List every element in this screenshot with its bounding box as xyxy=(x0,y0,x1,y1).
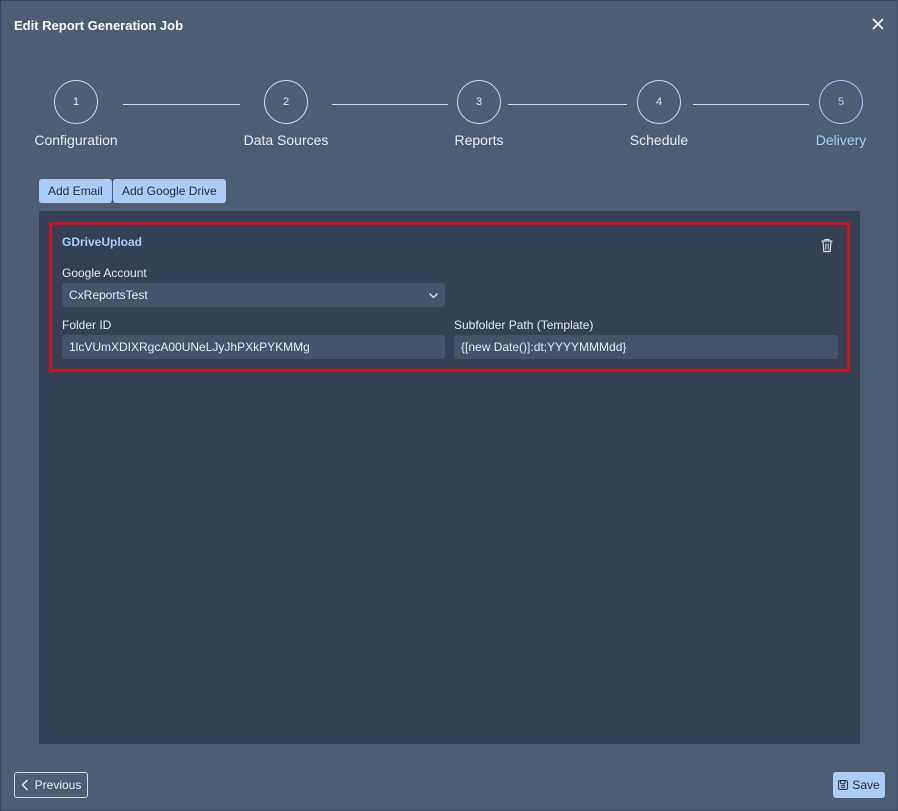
step-connector xyxy=(123,104,240,105)
step-2-label[interactable]: Data Sources xyxy=(216,132,356,148)
save-button[interactable]: Save xyxy=(833,772,885,798)
google-account-select[interactable]: CxReportsTest xyxy=(62,283,445,307)
step-2-circle[interactable]: 2 xyxy=(264,80,308,124)
google-account-label: Google Account xyxy=(62,266,147,280)
google-account-value: CxReportsTest xyxy=(69,288,148,302)
dialog: Edit Report Generation Job 1 Configurati… xyxy=(0,0,898,811)
chevron-left-icon xyxy=(21,779,28,791)
step-connector xyxy=(508,104,627,105)
step-connector xyxy=(693,104,809,105)
add-email-button[interactable]: Add Email xyxy=(39,179,112,203)
step-5-label[interactable]: Delivery xyxy=(771,132,898,148)
save-label: Save xyxy=(852,778,880,792)
delivery-card-title: GDriveUpload xyxy=(62,235,143,249)
step-1-label[interactable]: Configuration xyxy=(6,132,146,148)
step-3-circle[interactable]: 3 xyxy=(457,80,501,124)
chevron-down-icon xyxy=(429,293,438,299)
dialog-title: Edit Report Generation Job xyxy=(14,18,184,33)
step-3-label[interactable]: Reports xyxy=(409,132,549,148)
previous-button[interactable]: Previous xyxy=(14,772,88,798)
previous-label: Previous xyxy=(34,778,82,792)
step-4-circle[interactable]: 4 xyxy=(637,80,681,124)
folder-id-label: Folder ID xyxy=(62,318,112,332)
save-icon xyxy=(838,780,849,790)
subfolder-path-value: {[new Date()]:dt;YYYYMMMdd} xyxy=(461,340,627,354)
step-4-label[interactable]: Schedule xyxy=(589,132,729,148)
trash-icon[interactable] xyxy=(820,238,834,253)
step-5-circle[interactable]: 5 xyxy=(819,80,863,124)
folder-id-value: 1lcVUmXDIXRgcA00UNeLJyJhPXkPYKMMg xyxy=(69,340,310,354)
step-connector xyxy=(332,104,448,105)
step-1-circle[interactable]: 1 xyxy=(54,80,98,124)
add-google-drive-button[interactable]: Add Google Drive xyxy=(113,179,226,203)
folder-id-field[interactable]: 1lcVUmXDIXRgcA00UNeLJyJhPXkPYKMMg xyxy=(62,335,445,359)
subfolder-path-label: Subfolder Path (Template) xyxy=(454,318,594,332)
subfolder-path-field[interactable]: {[new Date()]:dt;YYYYMMMdd} xyxy=(454,335,838,359)
close-icon[interactable] xyxy=(870,16,886,32)
